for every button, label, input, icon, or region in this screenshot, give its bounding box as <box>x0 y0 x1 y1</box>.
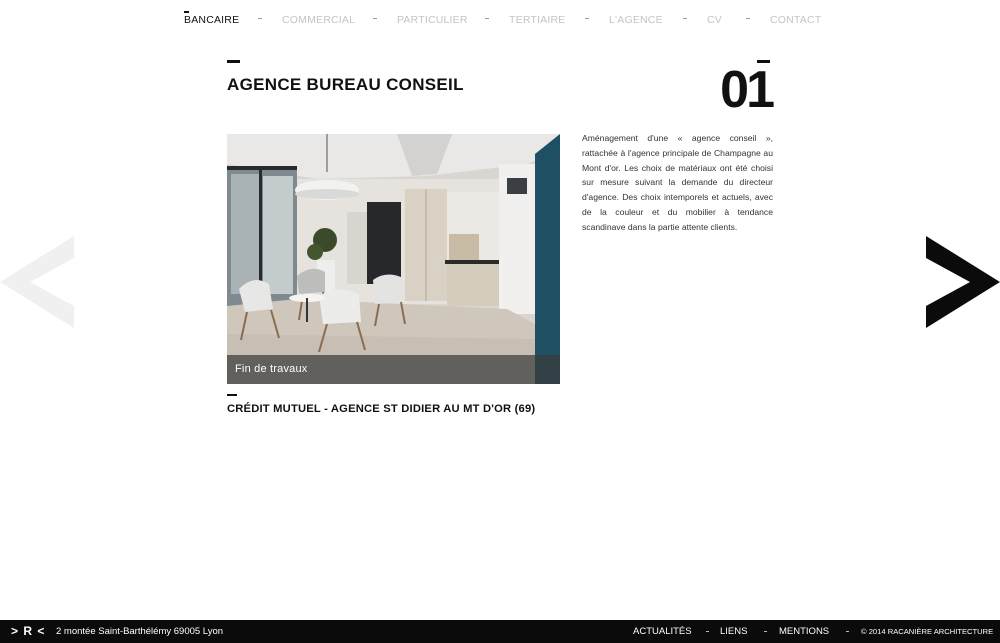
interior-photo-illustration <box>227 134 560 384</box>
project-photo[interactable]: Fin de travaux <box>227 134 560 384</box>
nav-item-cv[interactable]: CV <box>707 14 722 26</box>
footer-address: 2 montée Saint-Barthélémy 69005 Lyon <box>56 626 224 637</box>
project-description: Aménagement d'une « agence conseil », ra… <box>582 133 773 232</box>
nav-item-commercial[interactable]: COMMERCIAL <box>282 14 355 26</box>
client-dash <box>227 394 237 396</box>
logo[interactable]: > R < <box>11 624 45 638</box>
nav-separator <box>485 18 489 19</box>
chevron-right-icon <box>926 236 1000 328</box>
nav-separator <box>683 18 687 19</box>
title-dash <box>227 60 240 63</box>
nav-separator <box>746 18 750 19</box>
nav-item-bancaire[interactable]: BANCAIRE <box>184 11 239 26</box>
footer-separator <box>846 631 849 632</box>
next-project-button[interactable] <box>924 236 1000 328</box>
nav-item-particulier[interactable]: PARTICULIER <box>397 14 468 26</box>
footer-separator <box>764 631 767 632</box>
project-client: CRÉDIT MUTUEL - AGENCE ST DIDIER AU MT D… <box>227 403 536 415</box>
chevron-left-icon <box>0 236 74 328</box>
footer-link-actualites[interactable]: ACTUALITÉS <box>633 626 692 637</box>
footer-copyright: © 2014 RACANIÈRE ARCHITECTURE <box>861 627 994 636</box>
top-navigation: BANCAIRE COMMERCIAL PARTICULIER TERTIAIR… <box>0 0 1000 40</box>
nav-item-contact[interactable]: CONTACT <box>770 14 821 26</box>
photo-caption-bar: Fin de travaux <box>227 355 560 384</box>
footer-link-mentions[interactable]: MENTIONS <box>779 626 829 637</box>
project-title: AGENCE BUREAU CONSEIL <box>227 75 464 94</box>
nav-separator <box>373 18 377 19</box>
footer: > R < 2 montée Saint-Barthélémy 69005 Ly… <box>0 620 1000 643</box>
nav-separator <box>585 18 589 19</box>
photo-caption: Fin de travaux <box>235 363 308 375</box>
nav-separator <box>258 18 262 19</box>
nav-item-tertiaire[interactable]: TERTIAIRE <box>509 14 565 26</box>
footer-link-liens[interactable]: LIENS <box>720 626 747 637</box>
project-number: 01 <box>720 61 775 119</box>
previous-project-button[interactable] <box>0 236 76 328</box>
nav-item-agence[interactable]: L'AGENCE <box>609 14 663 26</box>
footer-separator <box>706 631 709 632</box>
